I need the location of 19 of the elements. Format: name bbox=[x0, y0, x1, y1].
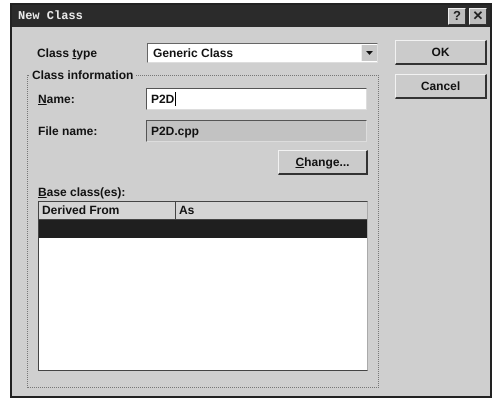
close-button[interactable]: ✕ bbox=[469, 8, 487, 24]
list-row[interactable] bbox=[39, 220, 367, 238]
file-name-label: File name: bbox=[38, 124, 98, 138]
group-title: Class information bbox=[31, 68, 134, 82]
column-header[interactable]: Derived From bbox=[39, 202, 176, 219]
change-button[interactable]: Change... bbox=[278, 150, 368, 175]
column-header[interactable]: As bbox=[176, 202, 367, 219]
class-type-label: Class type bbox=[37, 46, 98, 60]
base-classes-label: Base class(es): bbox=[38, 185, 126, 199]
base-class-list[interactable]: Derived From As bbox=[38, 201, 368, 371]
help-button[interactable]: ? bbox=[448, 8, 466, 24]
file-name-field: P2D.cpp bbox=[146, 120, 367, 142]
name-label: Name: bbox=[38, 92, 76, 106]
dropdown-arrow-icon bbox=[366, 51, 373, 55]
cancel-button[interactable]: Cancel bbox=[395, 74, 487, 99]
name-field[interactable]: P2D bbox=[146, 88, 367, 110]
class-type-dropdown[interactable]: Generic Class bbox=[147, 43, 378, 63]
ok-button[interactable]: OK bbox=[395, 40, 487, 65]
window-title: New Class bbox=[18, 9, 83, 23]
